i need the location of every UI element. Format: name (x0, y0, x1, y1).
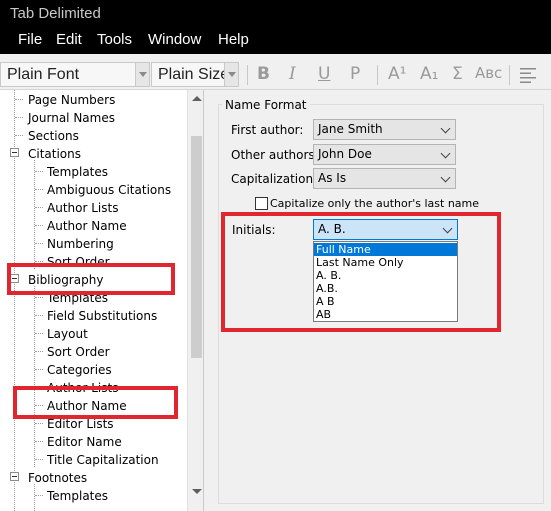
other-authors-select[interactable]: John Doe (313, 144, 456, 165)
window-title: Tab Delimited (0, 0, 551, 29)
highlight-initials-dropdown (221, 212, 501, 332)
tree-item-footnote-templates[interactable]: Templates (47, 489, 108, 503)
menu-bar: File Edit Tools Window Help (0, 29, 551, 54)
collapse-icon[interactable] (10, 148, 19, 157)
scroll-up-icon[interactable] (192, 96, 202, 101)
tree-item-layout[interactable]: Layout (47, 327, 88, 341)
tree-item-field-substitutions[interactable]: Field Substitutions (47, 309, 157, 323)
size-select-value: Plain Size (158, 66, 230, 83)
tree-item-categories[interactable]: Categories (47, 363, 112, 377)
tree-connector (35, 441, 43, 442)
highlight-author-name (13, 386, 178, 419)
plain-button[interactable]: P (350, 64, 360, 84)
tree-connector (15, 117, 23, 118)
capitalization-value: As Is (318, 171, 347, 185)
tree-item-page-numbers[interactable]: Page Numbers (28, 93, 115, 107)
first-author-value: Jane Smith (318, 122, 383, 136)
font-select-value: Plain Font (7, 66, 80, 83)
toolbar-divider (377, 65, 378, 85)
capitalization-select[interactable]: As Is (313, 168, 456, 189)
tree-connector (35, 189, 43, 190)
tree-connector (35, 369, 43, 370)
tree-item-numbering[interactable]: Numbering (47, 237, 114, 251)
scroll-down-icon[interactable] (192, 489, 202, 494)
tree-item-sections[interactable]: Sections (28, 129, 79, 143)
tree-guide (34, 286, 35, 467)
chevron-down-icon[interactable] (224, 63, 238, 86)
chevron-down-icon (440, 148, 451, 159)
align-left-icon[interactable] (520, 67, 536, 83)
toolbar-divider (247, 65, 248, 85)
tree-item-title-capitalization[interactable]: Title Capitalization (47, 453, 159, 467)
tree-item-citation-author-name[interactable]: Author Name (47, 219, 127, 233)
tree-item-bibliography-sort-order[interactable]: Sort Order (47, 345, 110, 359)
tree-connector (35, 297, 43, 298)
tree-connector (35, 423, 43, 424)
other-authors-value: John Doe (318, 147, 372, 161)
menu-tools[interactable]: Tools (97, 31, 132, 48)
tree-connector (15, 135, 23, 136)
tree-connector (35, 459, 43, 460)
scrollbar-thumb[interactable] (191, 136, 202, 358)
tree-item-editor-name[interactable]: Editor Name (47, 435, 122, 449)
symbol-button[interactable]: Σ (452, 64, 463, 84)
underline-button[interactable]: U (318, 64, 330, 84)
tree-connector (35, 315, 43, 316)
group-title: Name Format (222, 98, 310, 112)
first-author-select[interactable]: Jane Smith (313, 119, 456, 140)
tree-connector (35, 495, 43, 496)
size-select[interactable]: Plain Size (151, 62, 239, 87)
toolbar-divider (509, 65, 510, 85)
other-authors-label: Other authors: (231, 148, 319, 162)
formatting-toolbar: Plain Font Plain Size B I U P A¹ A₁ Σ Aʙ… (0, 54, 551, 90)
tree-connector (35, 171, 43, 172)
tree-item-citation-templates[interactable]: Templates (47, 165, 108, 179)
subscript-button[interactable]: A₁ (420, 64, 438, 84)
first-author-label: First author: (231, 123, 304, 137)
tree-item-journal-names[interactable]: Journal Names (28, 111, 115, 125)
tree-connector (35, 261, 43, 262)
tree-item-citation-author-lists[interactable]: Author Lists (47, 201, 118, 215)
menu-help[interactable]: Help (218, 31, 249, 48)
capitalize-last-name-checkbox[interactable] (255, 197, 268, 210)
superscript-button[interactable]: A¹ (388, 64, 406, 84)
small-caps-button[interactable]: Aʙᴄ (475, 64, 502, 82)
menu-file[interactable]: File (18, 31, 42, 48)
tree-item-footnotes[interactable]: Footnotes (28, 471, 87, 485)
capitalization-label: Capitalization: (231, 172, 318, 186)
tree-scrollbar[interactable] (187, 90, 203, 511)
pane-splitter[interactable] (204, 90, 212, 511)
highlight-bibliography (7, 263, 175, 295)
tree-guide (34, 484, 35, 511)
menu-window[interactable]: Window (148, 31, 201, 48)
chevron-down-icon (440, 123, 451, 134)
tree-connector (35, 207, 43, 208)
tree-connector (35, 225, 43, 226)
tree-guide (34, 160, 35, 269)
font-select[interactable]: Plain Font (0, 62, 150, 87)
italic-button[interactable]: I (289, 64, 296, 84)
style-tree: Page Numbers Journal Names Sections Cita… (0, 90, 204, 511)
chevron-down-icon[interactable] (135, 63, 149, 86)
chevron-down-icon (440, 172, 451, 183)
tree-item-editor-lists[interactable]: Editor Lists (47, 417, 114, 431)
tree-connector (35, 351, 43, 352)
capitalize-last-name-label[interactable]: Capitalize only the author's last name (270, 197, 479, 210)
tree-connector (35, 333, 43, 334)
bold-button[interactable]: B (257, 64, 270, 84)
tree-connector (35, 243, 43, 244)
collapse-icon[interactable] (10, 472, 19, 481)
tree-item-ambiguous-citations[interactable]: Ambiguous Citations (47, 183, 171, 197)
tree-connector (15, 99, 23, 100)
tree-item-citations[interactable]: Citations (28, 147, 81, 161)
menu-edit[interactable]: Edit (56, 31, 82, 48)
